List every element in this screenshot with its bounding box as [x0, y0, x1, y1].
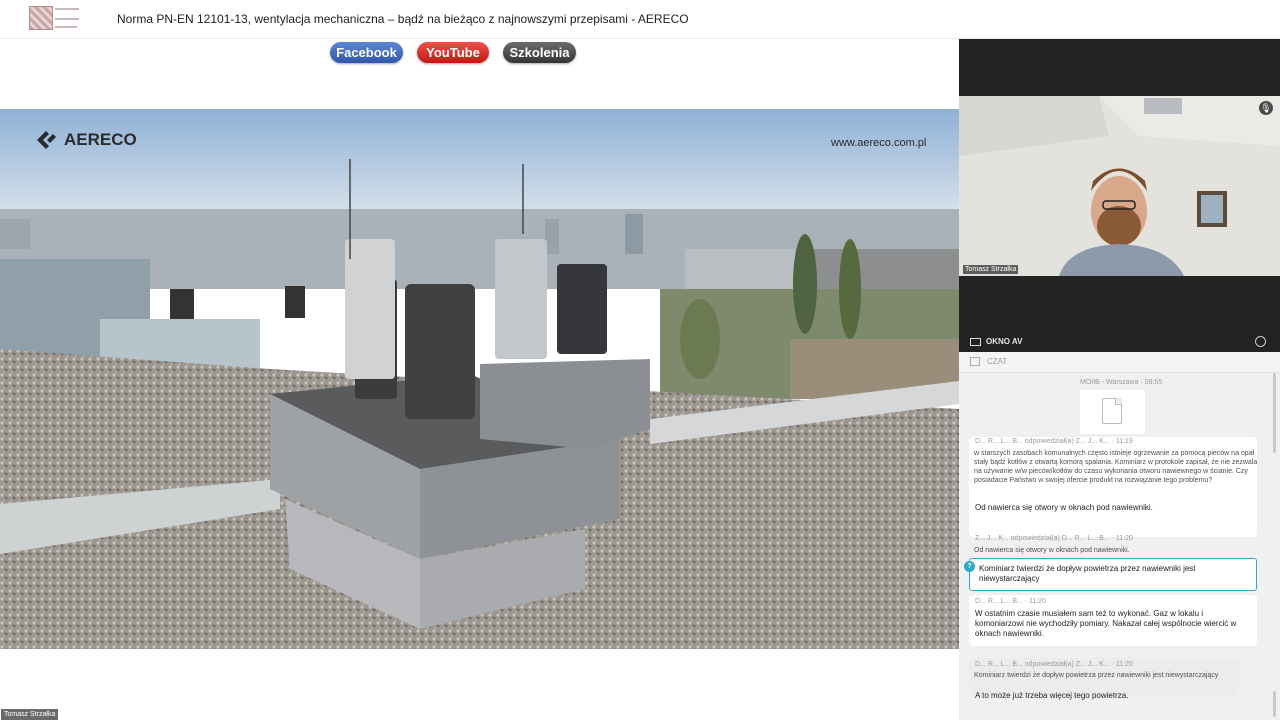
brand-text: AERECO	[64, 130, 137, 149]
quoted-text: Od nawierca się otwory w oknach pod nawi…	[974, 547, 1130, 554]
message-text: W ostatnim czasie musiałem sam też to wy…	[975, 609, 1237, 638]
szkolenia-button[interactable]: Szkolenia	[503, 42, 576, 63]
chat-header[interactable]: CZAT	[959, 352, 1280, 373]
app-window: Norma PN-EN 12101-13, wentylacja mechani…	[0, 0, 1280, 720]
chat-scrollbar-bottom[interactable]	[1273, 691, 1276, 717]
quoted-text: w starszych zasobach komunalnych często …	[974, 450, 1258, 484]
top-bar: Norma PN-EN 12101-13, wentylacja mechani…	[0, 0, 1280, 39]
aereco-logo: AERECO	[34, 128, 137, 152]
page-title: Norma PN-EN 12101-13, wentylacja mechani…	[117, 12, 689, 26]
webcam-feed	[959, 96, 1280, 276]
message-meta: Z... J... K... odpowiedział(a) D... R...…	[975, 535, 1133, 542]
question-badge-icon: ?	[964, 561, 975, 572]
file-attachment[interactable]	[1080, 390, 1145, 434]
file-icon	[1102, 398, 1122, 424]
chat-icon	[970, 357, 980, 366]
chat-toggle-icon[interactable]	[1255, 336, 1266, 347]
presentation-slide	[0, 109, 959, 649]
aereco-logo-icon	[34, 128, 58, 152]
presenter-name-tag: Tomasz Strzałka	[1, 709, 59, 720]
rooftop-photo	[0, 109, 959, 649]
message-text: A to może już trzeba więcej tego powietr…	[975, 691, 1129, 700]
message-meta: D... R... L... B... odpowiedział(a) Z...…	[975, 438, 1133, 445]
youtube-button[interactable]: YouTube	[417, 42, 489, 63]
chat-message-list[interactable]: MOIIB - Warszawa · 09:55 D... R... L... …	[959, 373, 1280, 720]
facebook-button[interactable]: Facebook	[330, 42, 403, 63]
message-meta: MOIIB - Warszawa · 09:55	[1080, 379, 1163, 386]
chat-scrollbar[interactable]	[1273, 373, 1276, 453]
chat-header-label: CZAT	[987, 357, 1008, 366]
video-panel: 🎙 Tomasz Strzałka OKNO AV	[959, 39, 1280, 352]
mic-status-icon[interactable]: 🎙	[1259, 101, 1273, 115]
slide-url: www.aereco.com.pl	[831, 137, 927, 149]
camera-name-label: Tomasz Strzałka	[963, 265, 1019, 274]
av-window-label[interactable]: OKNO AV	[986, 337, 1022, 346]
message-text: Od nawierca się otwory w oknach pod nawi…	[975, 503, 1153, 512]
video-window-icon[interactable]	[970, 338, 981, 346]
organization-logo[interactable]	[29, 6, 81, 32]
highlighted-question[interactable]: Kominiarz twierdzi że dopływ powietrza p…	[969, 558, 1257, 591]
right-panel: 🎙 Tomasz Strzałka OKNO AV CZAT MOIIB - W…	[959, 39, 1280, 720]
message-meta: D... R... L... B... · 11:20	[975, 598, 1047, 605]
message-meta: D... R... L... B... odpowiedział(a) Z...…	[975, 661, 1133, 668]
message-text: Kominiarz twierdzi że dopływ powietrza p…	[979, 564, 1196, 583]
quoted-text: Kominiarz twierdzi że dopływ powietrza p…	[974, 672, 1219, 679]
